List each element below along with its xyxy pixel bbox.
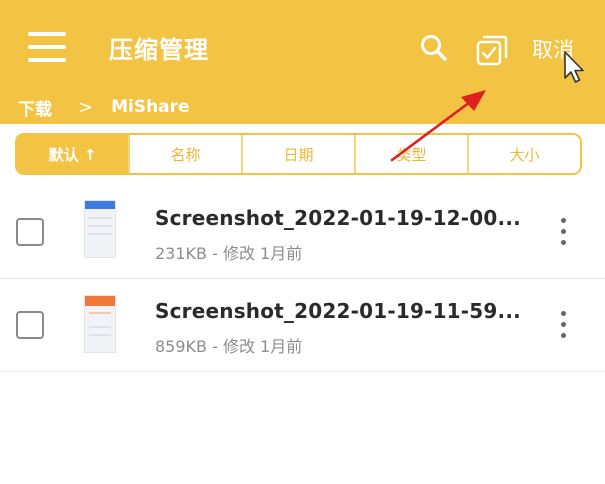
file-list-item[interactable]: Screenshot_2022-01-19-12-00... 231KB - 修…	[0, 186, 605, 279]
more-dot	[561, 322, 566, 327]
mouse-cursor-icon	[563, 50, 585, 86]
sort-tab-date[interactable]: 日期	[241, 135, 354, 173]
thumbnail-line	[89, 326, 111, 328]
thumbnail-line	[89, 217, 111, 219]
chevron-right-icon: >	[78, 96, 94, 118]
page-title: 压缩管理	[109, 36, 209, 64]
file-checkbox[interactable]	[16, 218, 44, 246]
sort-tab-default[interactable]: 默认 ↑	[17, 135, 128, 173]
more-dot	[561, 240, 566, 245]
sort-bar: 默认 ↑ 名称 日期 类型 大小	[15, 133, 582, 175]
more-dot	[561, 333, 566, 338]
more-options-icon[interactable]	[553, 305, 573, 345]
file-name: Screenshot_2022-01-19-12-00...	[155, 206, 521, 230]
file-list-item[interactable]: Screenshot_2022-01-19-11-59... 859KB - 修…	[0, 279, 605, 372]
thumbnail-header	[85, 296, 115, 306]
thumbnail-line	[89, 334, 111, 336]
file-name: Screenshot_2022-01-19-11-59...	[155, 299, 521, 323]
breadcrumb: 下载 > MiShare	[18, 94, 190, 120]
more-options-icon[interactable]	[553, 212, 573, 252]
more-dot	[561, 218, 566, 223]
sort-tab-type[interactable]: 类型	[354, 135, 467, 173]
menu-line	[28, 32, 66, 36]
file-checkbox[interactable]	[16, 311, 44, 339]
more-dot	[561, 229, 566, 234]
thumbnail-line	[89, 225, 111, 227]
breadcrumb-item-mishare[interactable]: MiShare	[111, 97, 189, 117]
sort-tab-name[interactable]: 名称	[128, 135, 241, 173]
file-thumbnail	[84, 200, 116, 258]
breadcrumb-item-download[interactable]: 下载	[18, 95, 52, 120]
file-thumbnail	[84, 295, 116, 353]
search-icon[interactable]	[418, 32, 450, 64]
app-header: 压缩管理 取消 下载 > MiShare	[0, 0, 605, 124]
menu-line	[28, 58, 66, 62]
menu-line	[28, 45, 66, 49]
thumbnail-line	[89, 233, 111, 235]
more-dot	[561, 311, 566, 316]
thumbnail-header	[85, 201, 115, 209]
file-meta: 231KB - 修改 1月前	[155, 244, 303, 263]
select-all-icon[interactable]	[474, 31, 510, 67]
thumbnail-line	[89, 312, 111, 314]
menu-icon[interactable]	[28, 30, 68, 64]
sort-tab-size[interactable]: 大小	[467, 135, 580, 173]
file-meta: 859KB - 修改 1月前	[155, 337, 303, 356]
